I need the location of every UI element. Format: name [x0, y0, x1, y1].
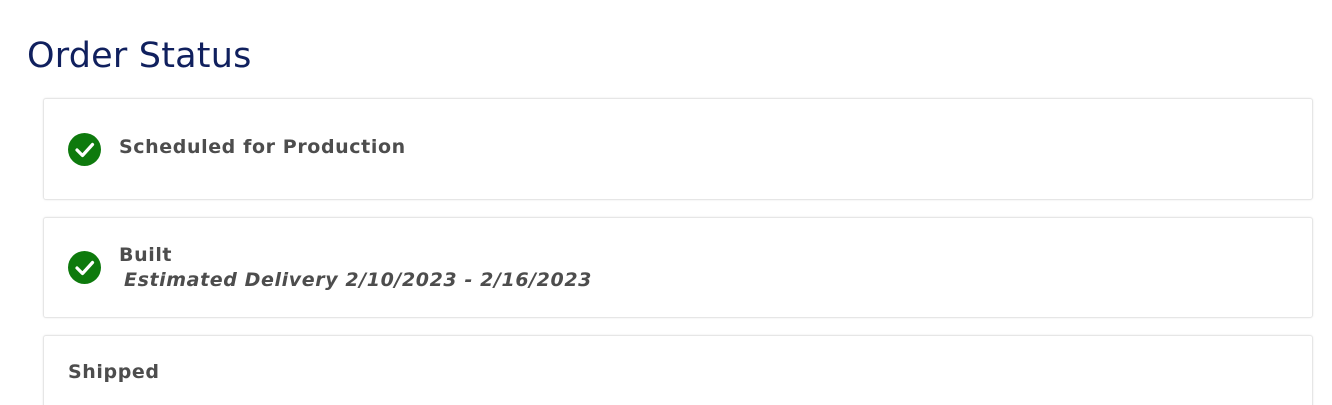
estimated-delivery-text: Estimated Delivery 2/10/2023 - 2/16/2023 [124, 269, 592, 291]
page-title: Order Status [27, 36, 252, 76]
check-circle-icon [68, 251, 101, 284]
step-label: Shipped [68, 361, 160, 383]
check-circle-icon [68, 133, 101, 166]
step-label: Built [119, 244, 173, 266]
order-status-page: Order Status Scheduled for Production Bu… [0, 0, 1332, 405]
status-step-built: Built Estimated Delivery 2/10/2023 - 2/1… [43, 217, 1313, 318]
step-label: Scheduled for Production [119, 136, 406, 158]
status-step-scheduled: Scheduled for Production [43, 98, 1313, 200]
status-step-shipped: Shipped [43, 335, 1313, 405]
